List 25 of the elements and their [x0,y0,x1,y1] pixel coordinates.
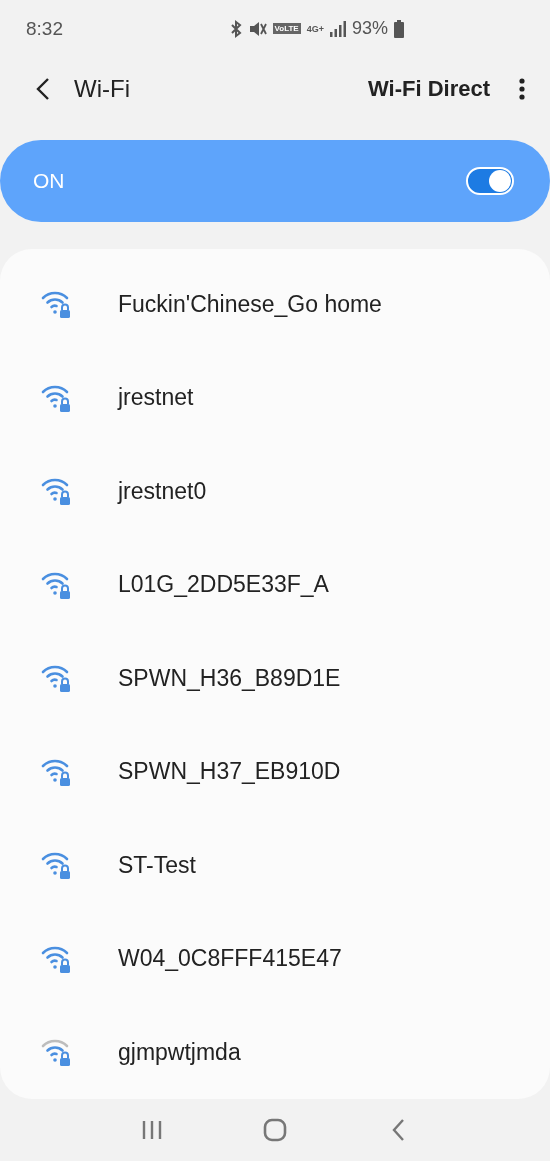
network-item[interactable]: SPWN_H37_EB910D [0,724,550,819]
signal-icon [329,20,346,37]
back-icon [36,76,50,101]
page-title: Wi-Fi [74,74,131,103]
more-icon [519,77,525,100]
recent-apps-icon [140,1118,163,1141]
back-icon [391,1117,406,1142]
network-item[interactable]: Fuckin'Chinese_Go home [0,257,550,351]
network-item[interactable]: gjmpwtjmda [0,1005,550,1099]
network-item[interactable]: L01G_2DD5E33F_A [0,537,550,632]
home-icon [263,1117,287,1142]
volte-icon: VoLTE [272,23,301,35]
clock-time: 8:32 [26,17,64,40]
toggle-switch[interactable] [466,167,514,196]
bluetooth-icon [228,19,243,38]
wifi-direct-button[interactable]: Wi-Fi Direct [367,75,490,102]
network-item[interactable]: jrestnet0 [0,444,550,538]
network-type-label: 4G+ [306,23,324,34]
network-item[interactable]: ST-Test [0,818,550,912]
battery-icon [394,19,404,38]
battery-percent: 93% [351,18,388,40]
network-item[interactable]: SPWN_H36_B89D1E [0,631,550,725]
mute-icon [248,19,267,38]
network-item[interactable]: jrestnet [0,350,550,445]
network-item[interactable]: W04_0C8FFF415E47 [0,911,550,1006]
